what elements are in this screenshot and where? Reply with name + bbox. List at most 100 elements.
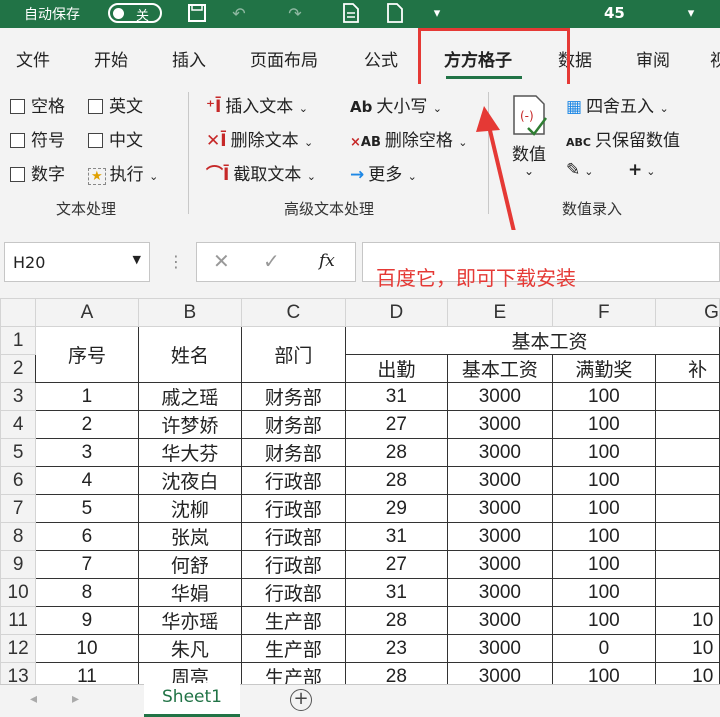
row-header[interactable]: 6 xyxy=(0,466,37,495)
row-header[interactable]: 3 xyxy=(0,382,37,411)
document-icon[interactable] xyxy=(340,3,362,25)
row-header[interactable]: 11 xyxy=(0,606,37,635)
tab-home[interactable]: 开始 xyxy=(94,46,128,71)
spreadsheet-grid[interactable]: A B C D E F G 1 序号 姓名 部门 基本工资 2 出勤 基本工资 … xyxy=(0,298,720,684)
checkbox-english[interactable]: 英文 xyxy=(88,92,143,117)
scroll-left-icon[interactable]: ◂ xyxy=(30,691,37,707)
checkbox-number[interactable]: 数字 xyxy=(10,160,65,185)
header-cell[interactable]: 出勤 xyxy=(344,354,449,383)
tab-page-layout[interactable]: 页面布局 xyxy=(250,46,318,71)
add-sheet-icon[interactable]: + xyxy=(290,689,312,711)
header-cell[interactable]: 姓名 xyxy=(137,326,243,383)
table-cell[interactable]: 行政部 xyxy=(241,466,346,495)
table-cell[interactable]: 0 xyxy=(551,634,657,663)
table-cell[interactable] xyxy=(655,438,720,467)
chevron-down-icon[interactable]: ▾ xyxy=(680,3,702,25)
table-cell[interactable]: 3000 xyxy=(447,410,553,439)
checkbox-space[interactable]: 空格 xyxy=(10,92,65,117)
table-cell[interactable]: 27 xyxy=(344,550,449,579)
round-button[interactable]: ▦ 四舍五入 ⌄ xyxy=(566,92,669,117)
table-cell[interactable]: 28 xyxy=(344,438,449,467)
table-cell[interactable]: 100 xyxy=(551,662,657,684)
table-cell[interactable]: 5 xyxy=(35,494,139,523)
merged-header-cell[interactable]: 基本工资 xyxy=(344,326,720,355)
table-cell[interactable]: 3000 xyxy=(447,466,553,495)
table-cell[interactable]: 11 xyxy=(35,662,139,684)
table-cell[interactable]: 100 xyxy=(551,466,657,495)
table-cell[interactable]: 许梦娇 xyxy=(137,410,243,439)
table-cell[interactable]: 3000 xyxy=(447,550,553,579)
table-cell[interactable]: 何舒 xyxy=(137,550,243,579)
table-cell[interactable]: 生产部 xyxy=(241,606,346,635)
name-box[interactable]: H20 ▼ xyxy=(4,242,150,282)
table-cell[interactable]: 10 xyxy=(655,662,720,684)
table-cell[interactable]: 3000 xyxy=(447,634,553,663)
tab-formulas[interactable]: 公式 xyxy=(364,46,398,71)
table-cell[interactable]: 29 xyxy=(344,494,449,523)
row-header[interactable]: 4 xyxy=(0,410,37,439)
row-header[interactable]: 8 xyxy=(0,522,37,551)
table-cell[interactable] xyxy=(655,410,720,439)
cancel-icon[interactable]: ✕ xyxy=(213,249,230,273)
delete-text-button[interactable]: ✕Ī 删除文本 ⌄ xyxy=(206,126,313,151)
tab-file[interactable]: 文件 xyxy=(16,46,50,71)
table-cell[interactable]: 2 xyxy=(35,410,139,439)
table-cell[interactable] xyxy=(655,550,720,579)
table-cell[interactable] xyxy=(655,522,720,551)
header-cell[interactable]: 序号 xyxy=(35,326,139,383)
edit-cell-button[interactable]: ✎ ⌄ xyxy=(566,160,593,180)
function-icon[interactable]: fx xyxy=(319,251,335,271)
confirm-icon[interactable]: ✓ xyxy=(263,249,280,273)
tab-view[interactable]: 视 xyxy=(710,46,720,71)
table-cell[interactable]: 100 xyxy=(551,410,657,439)
row-header[interactable]: 1 xyxy=(0,326,37,355)
row-header[interactable]: 13 xyxy=(0,662,37,684)
table-cell[interactable]: 28 xyxy=(344,466,449,495)
column-header[interactable]: B xyxy=(137,298,243,327)
table-cell[interactable]: 28 xyxy=(344,662,449,684)
header-cell[interactable]: 满勤奖 xyxy=(551,354,657,383)
table-cell[interactable]: 3000 xyxy=(447,578,553,607)
execute-button[interactable]: ★ 执行 ⌄ xyxy=(88,160,158,185)
table-cell[interactable]: 100 xyxy=(551,550,657,579)
table-cell[interactable]: 9 xyxy=(35,606,139,635)
table-cell[interactable]: 3000 xyxy=(447,438,553,467)
column-header[interactable]: A xyxy=(35,298,139,327)
keep-values-button[interactable]: ABC 只保留数值 xyxy=(566,126,680,151)
tab-insert[interactable]: 插入 xyxy=(172,46,206,71)
table-cell[interactable]: 生产部 xyxy=(241,634,346,663)
table-cell[interactable]: 100 xyxy=(551,522,657,551)
table-cell[interactable]: 10 xyxy=(655,634,720,663)
table-cell[interactable]: 31 xyxy=(344,522,449,551)
column-header[interactable]: C xyxy=(241,298,346,327)
insert-text-button[interactable]: ⁺Ī 插入文本 ⌄ xyxy=(206,92,308,117)
checkbox-chinese[interactable]: 中文 xyxy=(88,126,143,151)
header-cell[interactable]: 基本工资 xyxy=(447,354,553,383)
table-cell[interactable]: 行政部 xyxy=(241,550,346,579)
redo-icon[interactable]: ↷ xyxy=(284,3,306,25)
table-cell[interactable]: 沈夜白 xyxy=(137,466,243,495)
table-cell[interactable] xyxy=(655,494,720,523)
table-cell[interactable]: 3000 xyxy=(447,606,553,635)
table-cell[interactable]: 朱凡 xyxy=(137,634,243,663)
table-cell[interactable]: 华亦瑶 xyxy=(137,606,243,635)
autosave-toggle[interactable]: 关 xyxy=(108,3,162,24)
table-cell[interactable] xyxy=(655,578,720,607)
row-header[interactable]: 2 xyxy=(0,354,37,383)
table-cell[interactable]: 31 xyxy=(344,578,449,607)
header-cell[interactable]: 补 xyxy=(655,354,720,383)
checkbox-symbol[interactable]: 符号 xyxy=(10,126,65,151)
table-cell[interactable]: 100 xyxy=(551,578,657,607)
undo-icon[interactable]: ↶ xyxy=(228,3,250,25)
case-button[interactable]: Ab 大小写 ⌄ xyxy=(350,92,442,117)
table-cell[interactable]: 华大芬 xyxy=(137,438,243,467)
table-cell[interactable]: 3000 xyxy=(447,382,553,411)
table-cell[interactable]: 23 xyxy=(344,634,449,663)
table-cell[interactable]: 100 xyxy=(551,606,657,635)
sheet-tab-sheet1[interactable]: Sheet1 xyxy=(144,683,240,717)
table-cell[interactable]: 7 xyxy=(35,550,139,579)
row-header[interactable]: 7 xyxy=(0,494,37,523)
table-cell[interactable]: 3 xyxy=(35,438,139,467)
table-cell[interactable]: 周亮 xyxy=(137,662,243,684)
table-cell[interactable]: 27 xyxy=(344,410,449,439)
